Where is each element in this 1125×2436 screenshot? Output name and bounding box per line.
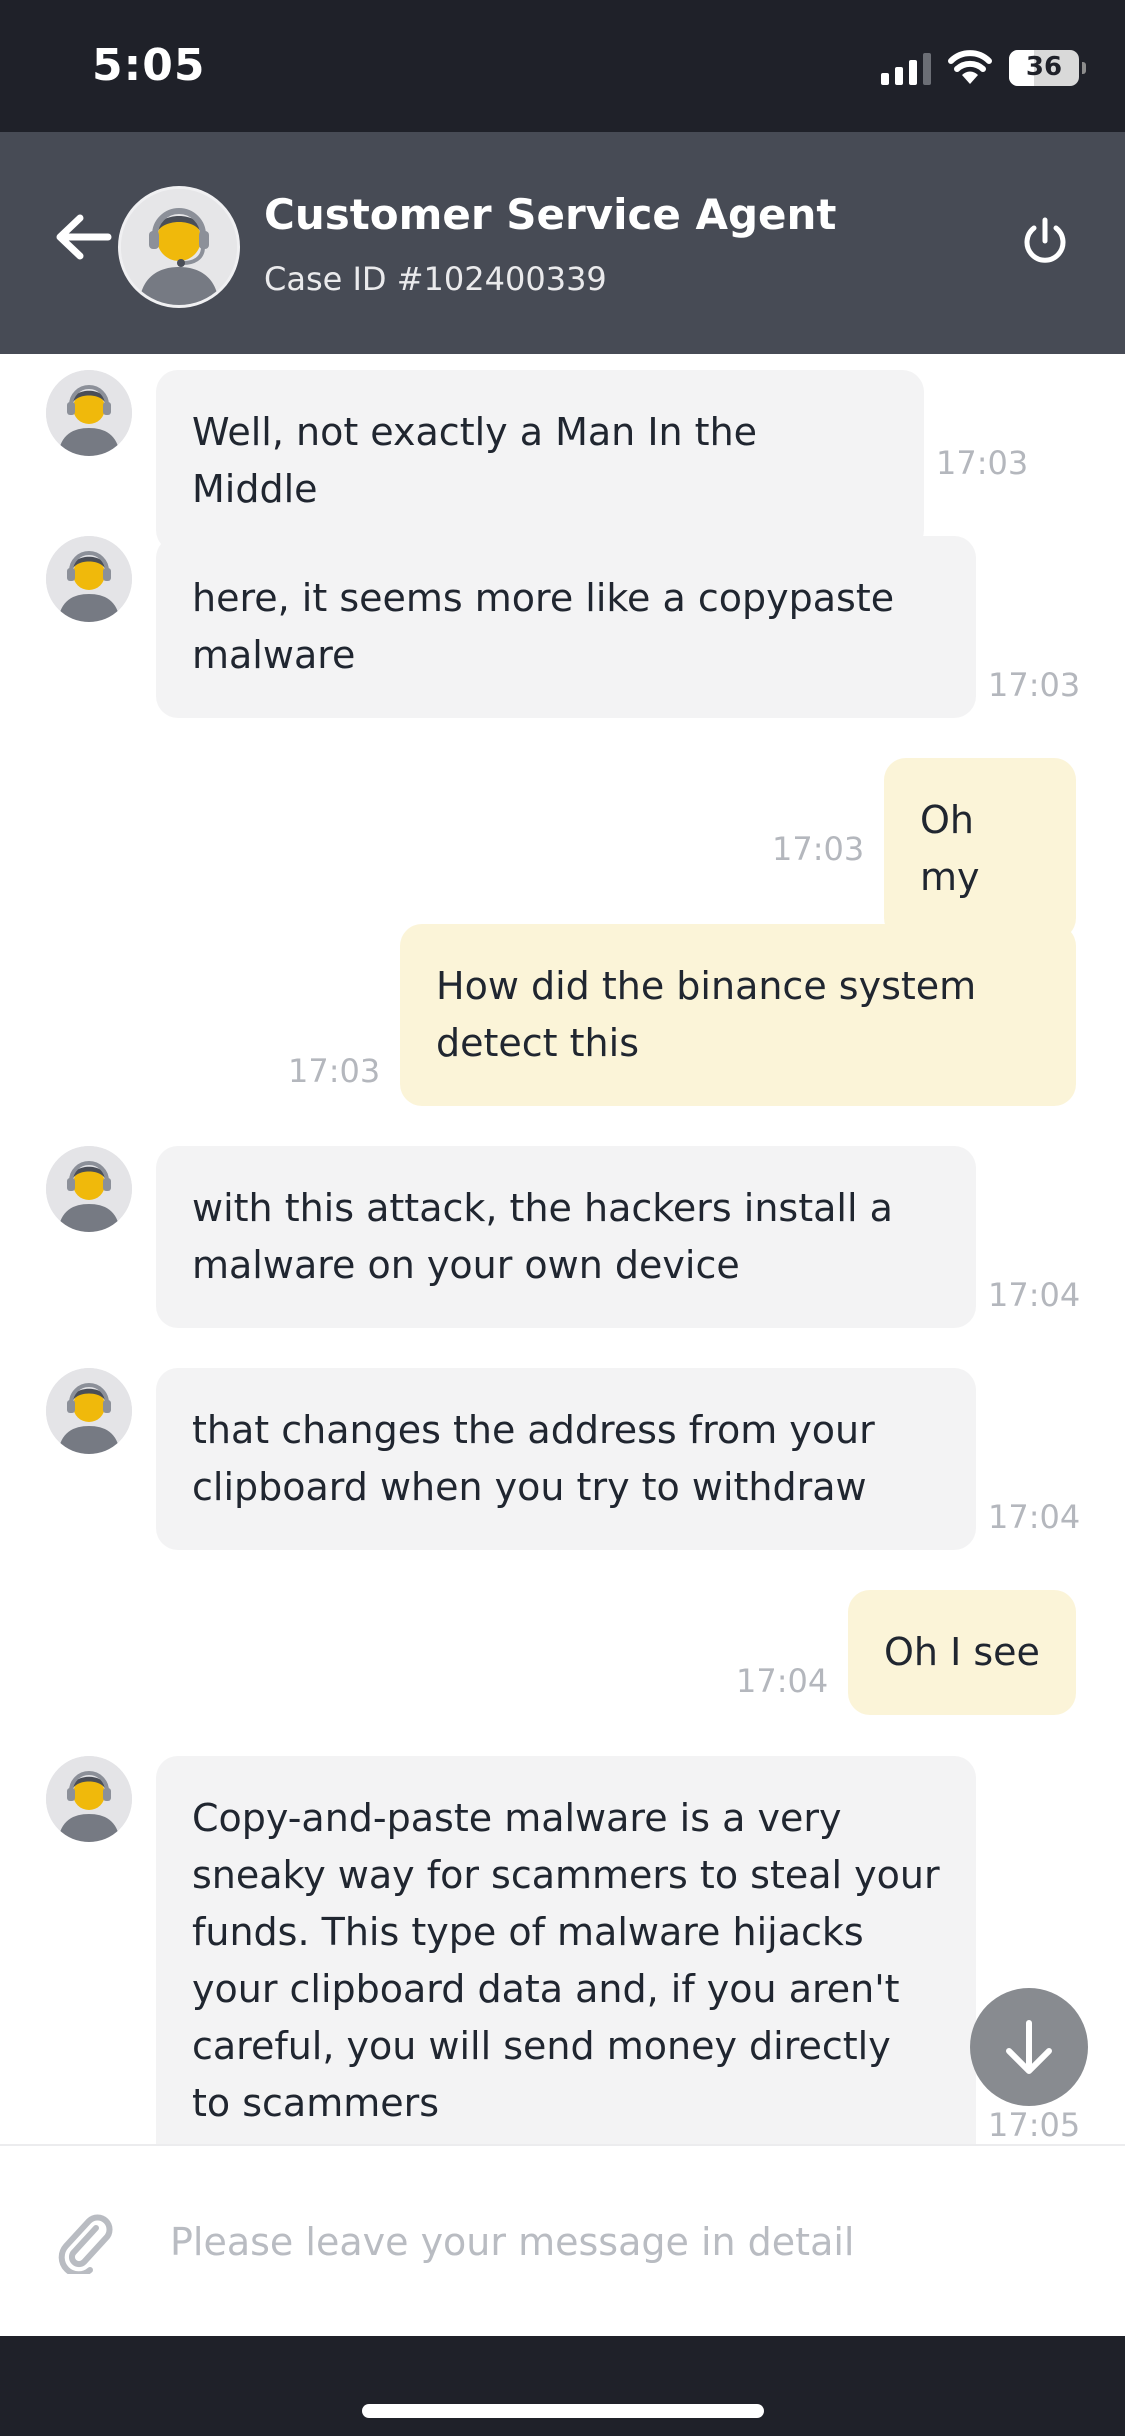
status-bar: 5:05 36	[0, 0, 1125, 132]
status-time: 5:05	[92, 40, 206, 91]
agent-avatar-small	[46, 536, 132, 622]
agent-message-bubble: that changes the address from your clipb…	[156, 1368, 976, 1550]
message-time: 17:03	[288, 1052, 381, 1090]
message-time: 17:04	[736, 1662, 829, 1700]
agent-avatar-small	[46, 1146, 132, 1232]
agent-avatar-small	[46, 1756, 132, 1842]
user-message-bubble: Oh my	[884, 758, 1076, 940]
agent-avatar	[118, 186, 240, 308]
chat-header: Customer Service Agent Case ID #10240033…	[0, 132, 1125, 354]
back-arrow-icon[interactable]	[48, 202, 118, 272]
agent-avatar-small	[46, 1368, 132, 1454]
user-message-bubble: Oh I see	[848, 1590, 1076, 1715]
message-time: 17:03	[772, 830, 865, 868]
message-input-bar	[0, 2144, 1125, 2336]
home-indicator[interactable]	[362, 2404, 764, 2418]
message-time: 17:03	[988, 666, 1081, 704]
message-time: 17:04	[988, 1498, 1081, 1536]
message-time: 17:05	[988, 2106, 1081, 2144]
signal-icon	[881, 51, 931, 85]
battery-icon: 36	[1009, 50, 1086, 86]
wifi-icon	[948, 50, 992, 84]
agent-avatar-small	[46, 370, 132, 456]
status-icons: 36	[881, 46, 1086, 90]
agent-message-bubble: Copy-and-paste malware is a very sneaky …	[156, 1756, 976, 2144]
agent-message-bubble: here, it seems more like a copypaste mal…	[156, 536, 976, 718]
home-indicator-area	[0, 2336, 1125, 2436]
user-message-bubble: How did the binance system detect this	[400, 924, 1076, 1106]
message-time: 17:04	[988, 1276, 1081, 1314]
battery-level: 36	[1025, 52, 1063, 82]
header-title: Customer Service Agent	[264, 190, 837, 239]
scroll-to-bottom-button[interactable]	[970, 1988, 1088, 2106]
power-icon[interactable]	[1017, 214, 1073, 270]
chat-messages[interactable]: Well, not exactly a Man In the Middle 17…	[0, 354, 1125, 2144]
arrow-down-icon	[1006, 2020, 1052, 2074]
paperclip-icon[interactable]	[52, 2210, 116, 2274]
message-input[interactable]	[170, 2202, 1070, 2282]
case-id: Case ID #102400339	[264, 260, 607, 298]
message-time: 17:03	[936, 444, 1029, 482]
agent-message-bubble: with this attack, the hackers install a …	[156, 1146, 976, 1328]
agent-message-bubble: Well, not exactly a Man In the Middle	[156, 370, 924, 552]
